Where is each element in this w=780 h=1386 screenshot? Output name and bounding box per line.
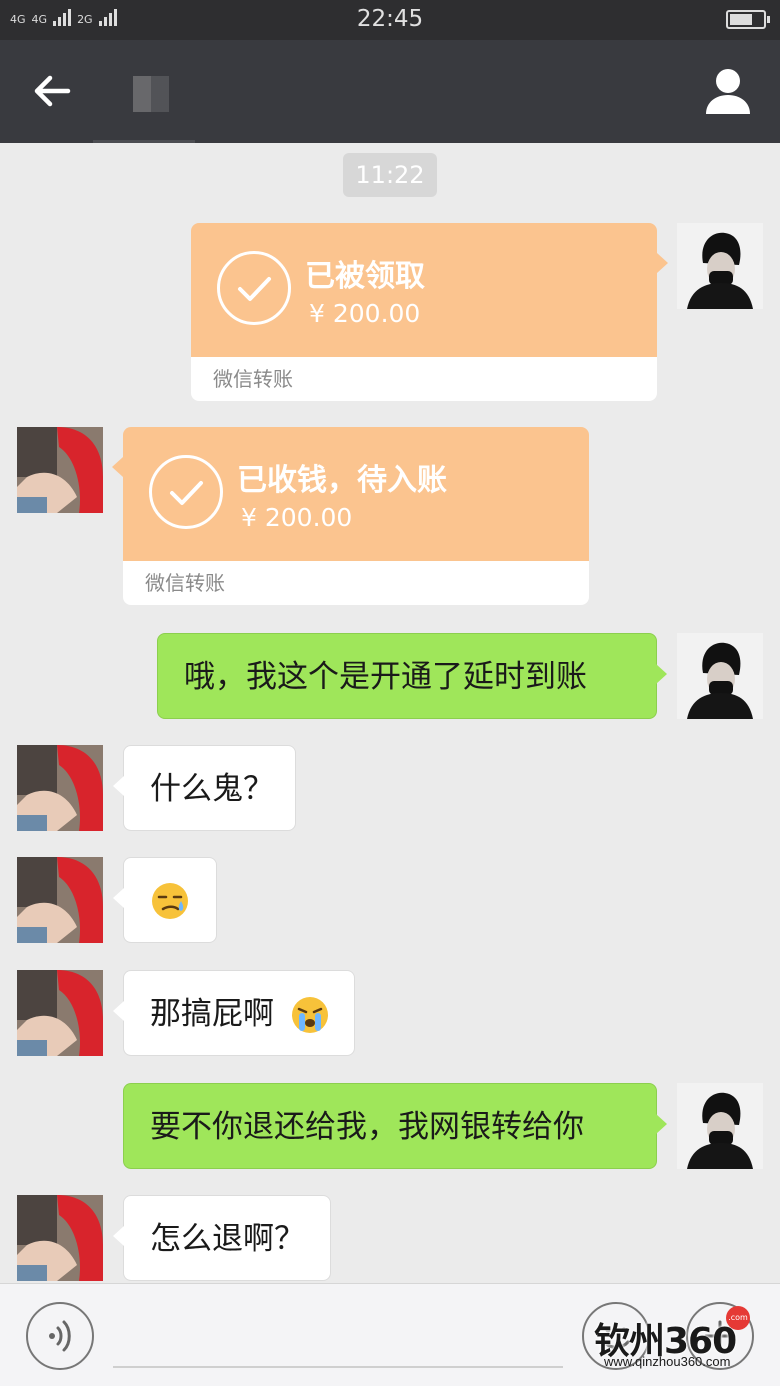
back-button[interactable] — [28, 68, 78, 114]
transfer-footer: 微信转账 — [123, 561, 589, 605]
avatar-other-image — [17, 970, 103, 1056]
message-text: 那搞屁啊 — [150, 996, 274, 1032]
avatar-other-image — [17, 427, 103, 513]
transfer-card-body: 已被领取 ¥ 200.00 — [191, 223, 668, 357]
transfer-card-received[interactable]: 已收钱，待入账 ¥ 200.00 微信转账 — [112, 427, 589, 605]
message-bubble-other-emoji[interactable] — [113, 857, 217, 943]
battery-fill — [730, 14, 752, 25]
transfer-card-sent[interactable]: 已被领取 ¥ 200.00 微信转账 — [191, 223, 668, 401]
person-icon — [706, 69, 750, 114]
transfer-amount: ¥ 200.00 — [241, 503, 353, 532]
transfer-card-body: 已收钱，待入账 ¥ 200.00 — [112, 427, 589, 561]
pixelated-name — [133, 76, 169, 112]
watermark-url: www.qinzhou360.com — [604, 1354, 731, 1369]
message-bubble-other[interactable]: 怎么退啊？ — [113, 1195, 331, 1281]
message-bubble-self[interactable]: 要不你退还给我，我网银转给你 — [123, 1083, 667, 1169]
voice-icon — [49, 1320, 71, 1352]
message-bubble-other[interactable]: 什么鬼？ — [113, 745, 296, 831]
avatar-other[interactable] — [17, 745, 103, 831]
contact-name-blurred[interactable] — [93, 40, 195, 143]
avatar-other[interactable] — [17, 970, 103, 1056]
avatar-other[interactable] — [17, 857, 103, 943]
avatar-self[interactable] — [677, 1083, 763, 1169]
arrow-left-icon — [34, 75, 71, 107]
avatar-self[interactable] — [677, 633, 763, 719]
chat-info-button[interactable] — [704, 66, 752, 116]
avatar-self-image — [677, 223, 763, 309]
watermark-badge: .com — [726, 1306, 750, 1330]
check-circle-icon — [217, 251, 291, 325]
check-circle-icon — [149, 455, 223, 529]
avatar-other[interactable] — [17, 427, 103, 513]
avatar-self-image — [677, 1083, 763, 1169]
message-input[interactable] — [113, 1304, 563, 1368]
avatar-other-image — [17, 857, 103, 943]
transfer-amount: ¥ 200.00 — [309, 299, 421, 328]
message-bubble-self[interactable]: 哦，我这个是开通了延时到账 — [157, 633, 667, 719]
message-timestamp: 11:22 — [343, 153, 437, 197]
transfer-status: 已收钱，待入账 — [237, 463, 447, 498]
status-time: 22:45 — [356, 6, 424, 32]
avatar-other-image — [17, 1195, 103, 1281]
status-bar: 4G 4G 2G 22:45 — [0, 0, 780, 40]
avatar-other[interactable] — [17, 1195, 103, 1281]
watermark-logo: 钦州360 .com www.qinzhou360.com — [594, 1306, 774, 1372]
chat-header — [0, 40, 780, 143]
message-bubble-other[interactable]: 那搞屁啊 — [113, 970, 355, 1056]
avatar-self[interactable] — [677, 223, 763, 309]
battery-icon — [726, 10, 770, 29]
crying-emoji — [292, 997, 328, 1033]
message-list[interactable]: 11:22 已被领取 ¥ 200.00 微信转账 已收钱，待入账 ¥ 200.0… — [0, 143, 780, 1283]
voice-button[interactable] — [26, 1302, 94, 1370]
avatar-self-image — [677, 633, 763, 719]
avatar-other-image — [17, 745, 103, 831]
smirk-sweat-emoji — [152, 883, 188, 919]
transfer-footer: 微信转账 — [191, 357, 657, 401]
transfer-status: 已被领取 — [305, 259, 425, 294]
